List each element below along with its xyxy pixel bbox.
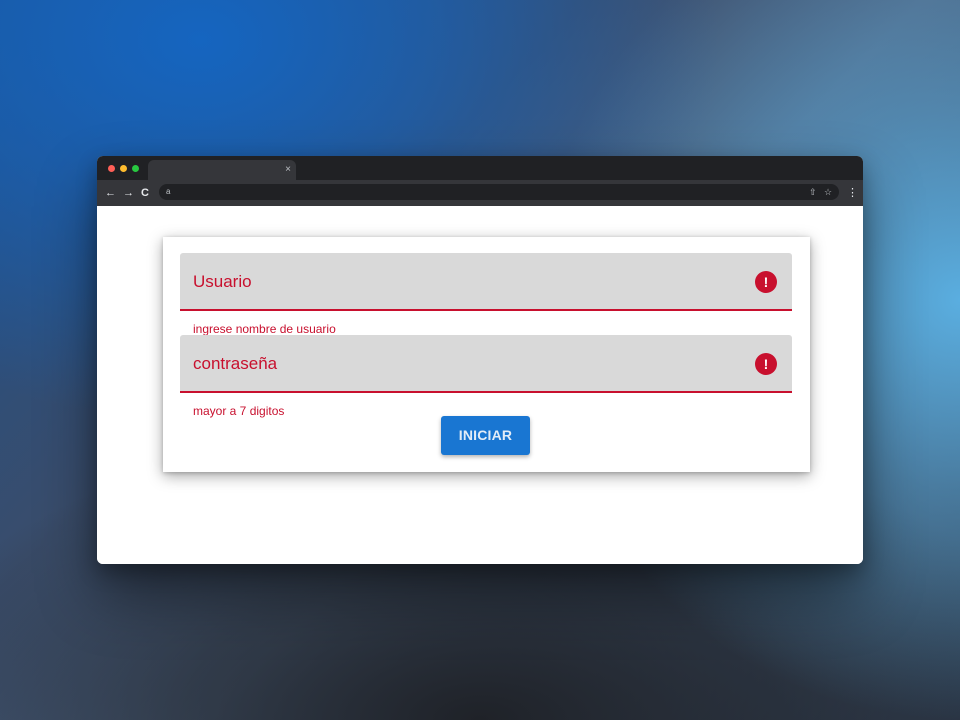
password-helper-text: mayor a 7 digitos: [193, 404, 285, 418]
password-field[interactable]: contraseña !: [180, 335, 792, 393]
browser-tab[interactable]: ×: [148, 160, 296, 180]
browser-window: × ← → C a ⇧ ☆ ⋮ Usuario ! ingrese nombre…: [97, 156, 863, 564]
lock-icon: a: [166, 187, 171, 196]
error-icon: !: [755, 271, 777, 293]
minimize-window-button[interactable]: [120, 165, 127, 172]
page-viewport: Usuario ! ingrese nombre de usuario cont…: [97, 206, 863, 564]
login-card: Usuario ! ingrese nombre de usuario cont…: [163, 237, 810, 472]
password-label: contraseña: [193, 354, 278, 373]
title-bar: ×: [97, 156, 863, 180]
address-bar[interactable]: a ⇧ ☆: [159, 184, 839, 200]
close-icon[interactable]: ×: [285, 163, 291, 177]
share-icon[interactable]: ⇧: [809, 185, 817, 199]
reload-icon[interactable]: C: [141, 185, 149, 201]
menu-icon[interactable]: ⋮: [847, 185, 858, 201]
maximize-window-button[interactable]: [132, 165, 139, 172]
browser-toolbar: ← → C a ⇧ ☆ ⋮: [97, 180, 863, 206]
bookmark-icon[interactable]: ☆: [824, 185, 832, 199]
submit-button[interactable]: INICIAR: [441, 416, 530, 455]
forward-icon[interactable]: →: [123, 185, 134, 201]
back-icon[interactable]: ←: [105, 185, 116, 201]
close-window-button[interactable]: [108, 165, 115, 172]
username-helper-text: ingrese nombre de usuario: [193, 322, 336, 336]
username-field[interactable]: Usuario !: [180, 253, 792, 311]
error-icon: !: [755, 353, 777, 375]
username-label: Usuario: [193, 272, 252, 291]
